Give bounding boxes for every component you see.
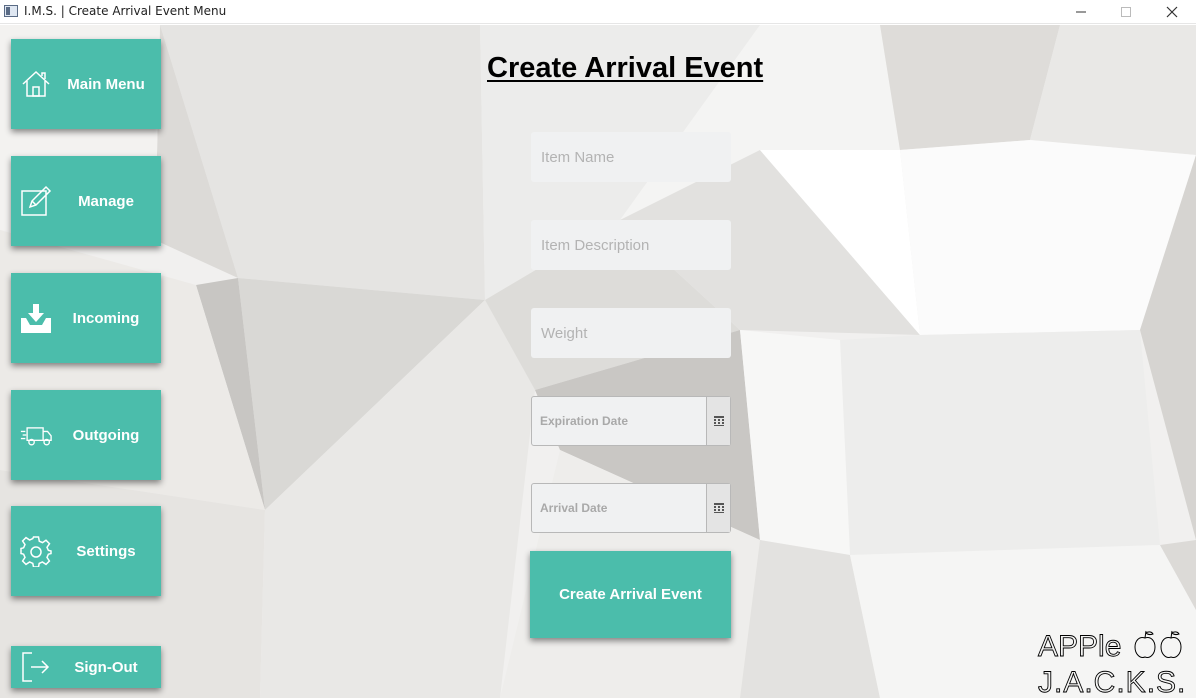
home-icon (19, 67, 53, 101)
nav-incoming-button[interactable]: Incoming (11, 273, 161, 363)
minimize-icon (1076, 11, 1086, 13)
edit-icon (19, 184, 53, 218)
nav-settings-button[interactable]: Settings (11, 506, 161, 596)
nav-outgoing-button[interactable]: Outgoing (11, 390, 161, 480)
page-title: Create Arrival Event (487, 52, 764, 84)
gear-icon (19, 534, 53, 568)
inbox-download-icon (19, 301, 53, 335)
arrival-date-picker (531, 483, 731, 533)
minimize-button[interactable] (1058, 0, 1104, 24)
app-window-icon (4, 5, 18, 17)
nav-outgoing-label: Outgoing (72, 426, 140, 444)
apple-outline-icon (1134, 630, 1182, 658)
maximize-icon (1121, 7, 1131, 17)
nav-main-menu-button[interactable]: Main Menu (11, 39, 161, 129)
create-arrival-event-button[interactable]: Create Arrival Event (530, 551, 731, 638)
logo-line1: APPle (1038, 630, 1121, 663)
weight-input[interactable] (531, 308, 731, 358)
expiration-date-picker (531, 396, 731, 446)
nav-sign-out-label: Sign-Out (74, 658, 138, 676)
close-icon (1166, 6, 1178, 18)
nav-manage-button[interactable]: Manage (11, 156, 161, 246)
calendar-icon (713, 503, 724, 513)
logo-line2: J.A.C.K.S. (1038, 666, 1186, 696)
nav-settings-label: Settings (76, 542, 136, 560)
title-bar: I.M.S. | Create Arrival Event Menu (0, 0, 1196, 24)
expiration-date-calendar-button[interactable] (706, 397, 730, 445)
apple-jacks-logo: APPle J.A.C.K.S. (1038, 630, 1186, 696)
maximize-button[interactable] (1103, 0, 1149, 24)
item-name-input[interactable] (531, 132, 731, 182)
expiration-date-input[interactable] (532, 397, 707, 445)
nav-sign-out-button[interactable]: Sign-Out (11, 646, 161, 688)
item-description-input[interactable] (531, 220, 731, 270)
close-button[interactable] (1149, 0, 1195, 24)
window-title: I.M.S. | Create Arrival Event Menu (24, 4, 227, 18)
calendar-icon (713, 416, 724, 426)
nav-incoming-label: Incoming (72, 309, 140, 327)
nav-main-menu-label: Main Menu (67, 75, 145, 93)
nav-manage-label: Manage (78, 192, 134, 210)
sign-out-icon (19, 650, 53, 684)
delivery-truck-icon (19, 418, 53, 452)
arrival-date-calendar-button[interactable] (706, 484, 730, 532)
arrival-date-input[interactable] (532, 484, 707, 532)
